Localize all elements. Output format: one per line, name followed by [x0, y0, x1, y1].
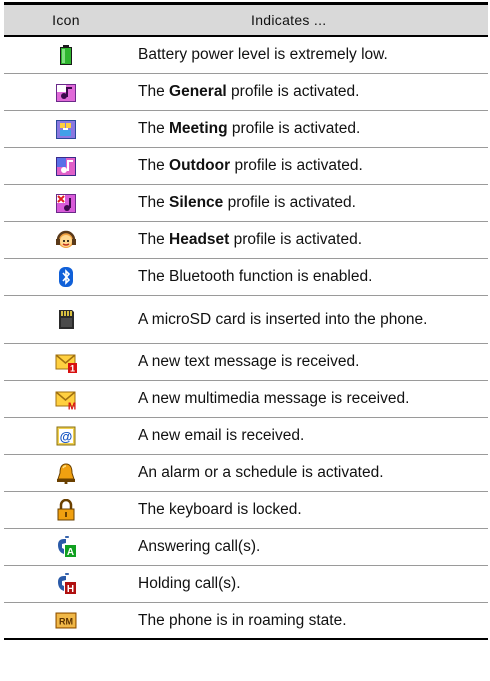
row-description: The Bluetooth function is enabled. [138, 268, 373, 285]
bluetooth-icon [55, 266, 77, 288]
svg-text:RM: RM [59, 617, 73, 627]
roaming-icon: RM [55, 609, 77, 631]
headset-profile-icon [55, 229, 77, 251]
outdoor-profile-icon [55, 155, 77, 177]
svg-text:@: @ [60, 429, 73, 444]
new-mms-icon: M [55, 388, 77, 410]
table-header-row: Icon Indicates ... [4, 3, 488, 36]
table-row: 1 A new text message is received. [4, 343, 488, 380]
row-description: Battery power level is extremely low. [138, 46, 388, 64]
row-description: The Headset profile is activated. [138, 231, 363, 248]
icon-column-header: Icon [4, 3, 128, 36]
microsd-card-icon [55, 308, 77, 330]
svg-text:A: A [67, 547, 74, 558]
row-description: A new email is received. [138, 427, 305, 444]
keyboard-lock-icon [55, 498, 77, 521]
table-row: The keyboard is locked. [4, 491, 488, 528]
svg-text:M: M [68, 401, 76, 410]
row-description: An alarm or a schedule is activated. [138, 464, 384, 481]
row-description: A new multimedia message is received. [138, 390, 410, 407]
table-row: The Outdoor profile is activated. [4, 147, 488, 184]
table-row: H Holding call(s). [4, 565, 488, 602]
silence-profile-icon [55, 192, 77, 214]
row-description: The Outdoor profile is activated. [138, 157, 363, 174]
table-row: The Bluetooth function is enabled. [4, 258, 488, 295]
alarm-bell-icon [55, 462, 77, 484]
new-sms-icon: 1 [55, 351, 77, 373]
row-description: The Meeting profile is activated. [138, 120, 361, 137]
status-icons-table: Icon Indicates ... Battery power level i… [4, 2, 488, 640]
table-row: The Meeting profile is activated. [4, 110, 488, 147]
table-row: Battery power level is extremely low. [4, 36, 488, 73]
table-row: A Answering call(s). [4, 528, 488, 565]
row-description: The keyboard is locked. [138, 501, 302, 518]
row-description: A new text message is received. [138, 353, 360, 370]
general-profile-icon [55, 81, 77, 103]
table-row: The Headset profile is activated. [4, 221, 488, 258]
indicates-column-header: Indicates ... [128, 3, 488, 36]
table-row: M A new multimedia message is received. [4, 380, 488, 417]
answering-call-icon: A [55, 535, 77, 558]
meeting-profile-icon [55, 118, 77, 140]
row-description: The Silence profile is activated. [138, 194, 356, 211]
table-row: The Silence profile is activated. [4, 184, 488, 221]
table-row: An alarm or a schedule is activated. [4, 454, 488, 491]
row-description: The phone is in roaming state. [138, 611, 347, 629]
row-description: A microSD card is inserted into the phon… [138, 310, 428, 328]
new-email-icon: @ [55, 425, 77, 447]
table-row: RM The phone is in roaming state. [4, 602, 488, 639]
svg-text:1: 1 [70, 363, 75, 373]
row-description: Answering call(s). [138, 538, 261, 555]
row-description: The General profile is activated. [138, 83, 360, 100]
svg-text:H: H [67, 584, 74, 595]
battery-low-icon [55, 44, 77, 66]
table-row: The General profile is activated. [4, 73, 488, 110]
row-description: Holding call(s). [138, 575, 241, 592]
table-row: A microSD card is inserted into the phon… [4, 295, 488, 343]
holding-call-icon: H [55, 572, 77, 595]
table-row: @ A new email is received. [4, 417, 488, 454]
